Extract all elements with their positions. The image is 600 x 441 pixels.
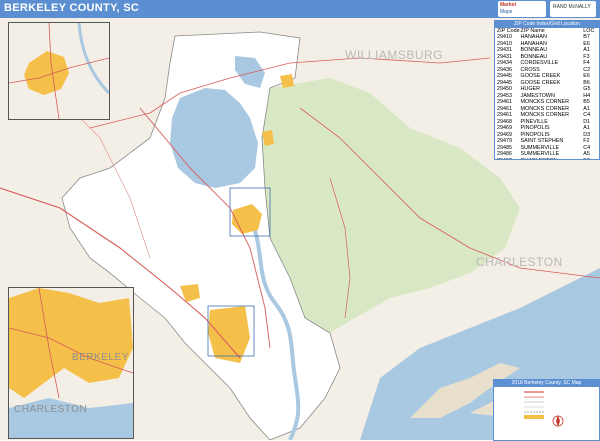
zip-code-index: ZIP Code Index/Grid Location ZIP Code ZI… (494, 20, 600, 160)
logo-line1: Market (500, 2, 517, 8)
zip-loc-cell: F7 (583, 158, 597, 160)
logo-line2: Maps (500, 9, 513, 15)
inset-map-moncks-corner[interactable] (8, 22, 110, 120)
inset-map-svg-2 (9, 288, 133, 438)
market-maps-logo: Market Maps (498, 1, 546, 17)
zip-index-title: ZIP Code Index/Grid Location (495, 21, 599, 28)
logo-badge: RAND McNALLY (553, 4, 591, 10)
legend-title: 2018 Berkeley County, SC Map (494, 380, 599, 387)
zip-index-row: 29492CHARLESTONF7 (495, 158, 599, 160)
zip-index-rows: 29410 HANAHAN B7 29410 HANAHAN E6 29431 BONNEAU… (495, 34, 599, 160)
zip-name-cell: CHARLESTON (521, 158, 584, 160)
map-legend: 2018 Berkeley County, SC Map (493, 379, 600, 441)
legend-symbols (524, 391, 564, 427)
label-charleston-county: CHARLESTON (476, 255, 563, 269)
inset-map-goose-creek[interactable] (8, 287, 134, 439)
legend-swatch-urban (524, 415, 544, 419)
zip-code-cell: 29492 (497, 158, 521, 160)
label-charleston-inset: CHARLESTON (14, 404, 88, 415)
inset-map-svg (9, 23, 109, 119)
page-title: BERKELEY COUNTY, SC (4, 2, 140, 14)
label-berkeley-inset: BERKELEY (72, 352, 129, 363)
label-williamsburg: WILLIAMSBURG (345, 48, 444, 62)
rand-mcnally-logo: RAND McNALLY (550, 1, 596, 17)
compass-needle-icon (556, 415, 560, 427)
header-bar: BERKELEY COUNTY, SC Market Maps RAND McN… (0, 0, 600, 19)
